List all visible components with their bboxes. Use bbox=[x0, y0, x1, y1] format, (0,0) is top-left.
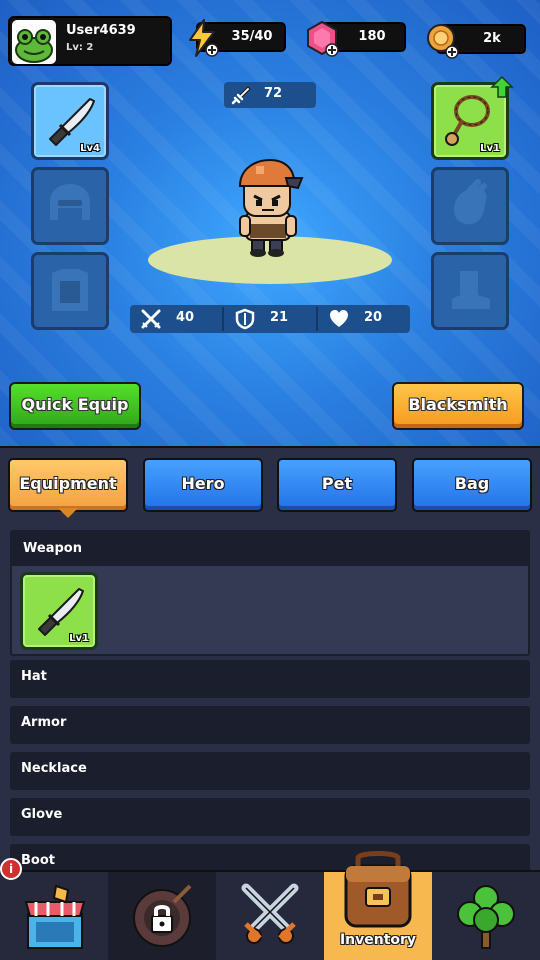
tab-hero[interactable]: Hero bbox=[143, 458, 263, 512]
glove-icon bbox=[454, 179, 487, 225]
inventory-tabs: Equipment Hero Pet Bag bbox=[0, 446, 540, 520]
crossed-swords-icon bbox=[141, 309, 161, 329]
health-stat: 20 bbox=[318, 305, 411, 333]
slot-level: Lv1 bbox=[480, 143, 500, 154]
equip-slot-armor[interactable] bbox=[31, 252, 109, 330]
category-hat[interactable]: Hat bbox=[10, 660, 530, 698]
power-value: 72 bbox=[264, 86, 283, 101]
category-armor[interactable]: Armor bbox=[10, 706, 530, 744]
gem-icon bbox=[307, 21, 339, 57]
equipment-list: Weapon Lv1 Hat Armor Necklace Glove Boot bbox=[0, 520, 540, 870]
inventory-item-knife[interactable]: Lv1 bbox=[20, 572, 98, 650]
gold-counter[interactable]: 2k bbox=[427, 24, 526, 59]
defense-value: 21 bbox=[270, 310, 289, 325]
health-value: 20 bbox=[364, 310, 383, 325]
equip-slot-weapon[interactable]: Lv4 bbox=[31, 82, 109, 160]
energy-counter[interactable]: 35/40 bbox=[189, 19, 286, 57]
helmet-icon bbox=[50, 184, 90, 220]
shop-icon bbox=[24, 884, 86, 949]
shield-icon bbox=[235, 308, 255, 330]
slot-level: Lv4 bbox=[80, 143, 100, 154]
sword-icon bbox=[231, 86, 251, 105]
category-label: Glove bbox=[21, 807, 63, 822]
backpack-icon bbox=[344, 851, 412, 928]
bottom-nav: Inventory bbox=[0, 851, 540, 960]
locked-target-icon bbox=[133, 884, 192, 947]
category-necklace[interactable]: Necklace bbox=[10, 752, 530, 790]
frog-avatar-icon bbox=[15, 29, 53, 63]
nav-talents[interactable] bbox=[432, 872, 540, 960]
nav-inventory[interactable]: Inventory bbox=[324, 851, 432, 960]
player-profile[interactable]: User4639 Lv: 2 bbox=[8, 16, 172, 66]
armor-icon bbox=[52, 269, 88, 311]
active-tab-pointer bbox=[58, 508, 78, 518]
gems-value: 180 bbox=[358, 29, 386, 44]
category-label: Boot bbox=[21, 853, 55, 868]
nav-battle[interactable] bbox=[216, 872, 324, 960]
tab-bag[interactable]: Bag bbox=[412, 458, 532, 512]
category-label: Weapon bbox=[23, 541, 82, 556]
lightning-icon bbox=[189, 19, 219, 57]
equip-slot-hat[interactable] bbox=[31, 167, 109, 245]
hero-area: User4639 Lv: 2 35/40 180 2k 72 Lv4 Lv1 4… bbox=[0, 0, 540, 446]
notification-badge: i bbox=[0, 858, 22, 880]
category-glove[interactable]: Glove bbox=[10, 798, 530, 836]
hero-stats-bar: 40 21 20 bbox=[130, 305, 410, 333]
tab-equipment[interactable]: Equipment bbox=[8, 458, 128, 512]
nav-shop[interactable] bbox=[0, 872, 108, 960]
nav-locked[interactable] bbox=[108, 872, 216, 960]
equip-slot-boot[interactable] bbox=[431, 252, 509, 330]
category-label: Armor bbox=[21, 715, 67, 730]
category-header bbox=[12, 532, 528, 566]
crossed-swords-icon bbox=[241, 883, 299, 944]
category-label: Necklace bbox=[21, 761, 87, 776]
gold-value: 2k bbox=[483, 31, 501, 46]
blacksmith-button[interactable]: Blacksmith bbox=[392, 382, 524, 430]
category-weapon[interactable]: Weapon Lv1 bbox=[10, 530, 530, 656]
heart-icon bbox=[330, 310, 348, 327]
attack-value: 40 bbox=[176, 310, 195, 325]
attack-stat: 40 bbox=[130, 305, 223, 333]
player-name: User4639 bbox=[66, 23, 136, 38]
energy-value: 35/40 bbox=[231, 29, 273, 44]
avatar bbox=[12, 20, 56, 64]
tab-pet[interactable]: Pet bbox=[277, 458, 397, 512]
player-level: Lv: 2 bbox=[66, 42, 94, 53]
gems-counter[interactable]: 180 bbox=[307, 21, 406, 57]
boot-icon bbox=[452, 271, 490, 309]
upgrade-arrow-icon bbox=[490, 75, 514, 98]
hero-character[interactable] bbox=[226, 156, 314, 260]
gold-coin-icon bbox=[427, 24, 459, 59]
equip-slot-glove[interactable] bbox=[431, 167, 509, 245]
category-boot[interactable]: Boot bbox=[10, 844, 530, 870]
tree-icon bbox=[457, 885, 515, 949]
nav-inventory-label: Inventory bbox=[339, 932, 417, 948]
defense-stat: 21 bbox=[224, 305, 317, 333]
category-label: Hat bbox=[21, 669, 47, 684]
item-level: Lv1 bbox=[69, 633, 89, 644]
equip-slot-necklace[interactable]: Lv1 bbox=[431, 75, 514, 160]
power-rating: 72 bbox=[224, 82, 316, 108]
quick-equip-button[interactable]: Quick Equip bbox=[9, 382, 141, 430]
